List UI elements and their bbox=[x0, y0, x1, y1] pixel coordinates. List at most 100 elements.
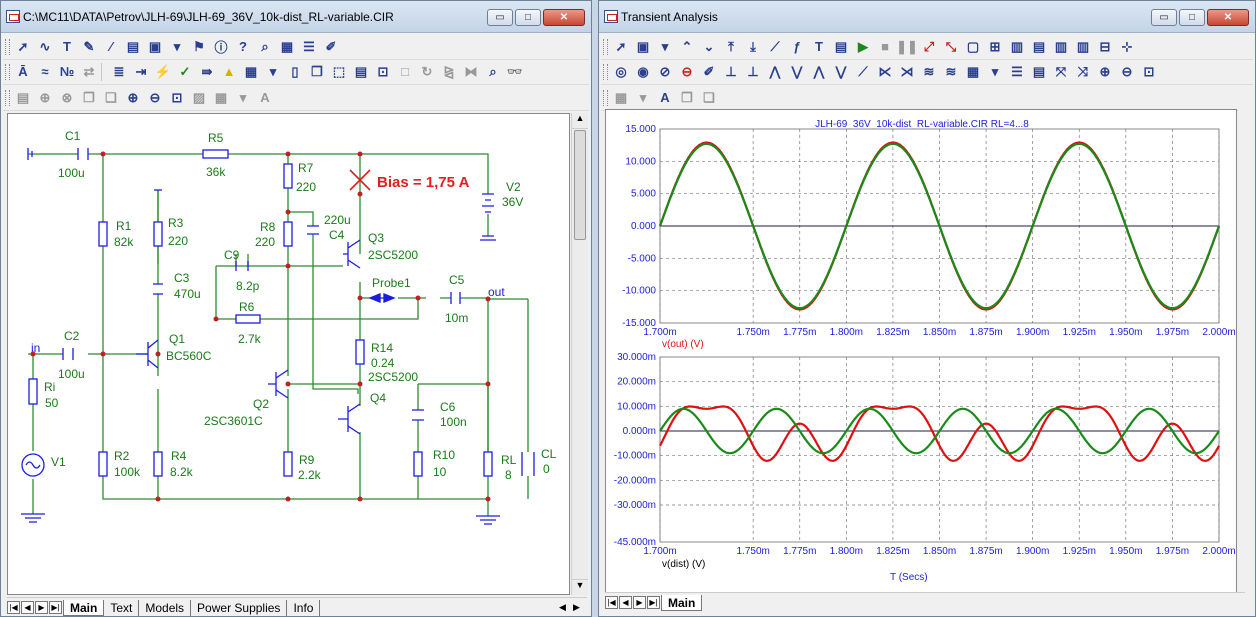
table-icon[interactable]: ▦ bbox=[611, 88, 631, 108]
zoom-out-icon[interactable]: ⊖ bbox=[145, 88, 165, 108]
low-find-icon[interactable]: ⋁ bbox=[831, 62, 851, 82]
valley-find-icon[interactable]: ⋁ bbox=[787, 62, 807, 82]
schematic-canvas[interactable]: C1 100u R5 36k R7 220 V2 36V R1 82k R3 2… bbox=[7, 113, 570, 595]
edit-icon[interactable]: ✐ bbox=[699, 62, 719, 82]
info-icon[interactable]: ⓘ bbox=[211, 37, 231, 57]
zoom-in-icon[interactable]: ◉ bbox=[633, 62, 653, 82]
attr-wave-icon[interactable]: ≈ bbox=[35, 62, 55, 82]
bus-icon[interactable]: ▤ bbox=[123, 37, 143, 57]
scale-icon[interactable]: ▣ bbox=[633, 37, 653, 57]
text-icon[interactable]: T bbox=[809, 37, 829, 57]
tab-text[interactable]: Text bbox=[104, 599, 140, 616]
schematic-vscroll[interactable]: ▲ ▼ bbox=[571, 113, 588, 595]
hscroll-right-icon[interactable]: ▶ bbox=[573, 602, 587, 613]
wire-icon[interactable]: ∿ bbox=[35, 37, 55, 57]
slope-find-icon[interactable]: ⟋ bbox=[853, 62, 873, 82]
table-icon[interactable]: ▦ bbox=[211, 88, 231, 108]
minimize-button[interactable]: ▭ bbox=[1151, 9, 1177, 26]
minimize-button[interactable]: ▭ bbox=[487, 9, 513, 26]
mirror-icon[interactable]: ⧓ bbox=[461, 62, 481, 82]
formula-icon[interactable]: ƒ bbox=[787, 37, 807, 57]
tab-info[interactable]: Info bbox=[287, 599, 321, 616]
peak-icon[interactable]: ⌃ bbox=[677, 37, 697, 57]
text-icon[interactable]: T bbox=[57, 37, 77, 57]
zoom-fit-icon[interactable]: ⊡ bbox=[167, 88, 187, 108]
tile-4-icon[interactable]: ▥ bbox=[1073, 37, 1093, 57]
tile-1-icon[interactable]: ▥ bbox=[1007, 37, 1027, 57]
stop-circle-icon[interactable]: ⊕ bbox=[35, 88, 55, 108]
paste-icon[interactable]: ❏ bbox=[101, 88, 121, 108]
pins-icon[interactable]: ⇄ bbox=[79, 62, 99, 82]
high-find-icon[interactable]: ⋀ bbox=[809, 62, 829, 82]
list-icon[interactable]: ☰ bbox=[1007, 62, 1027, 82]
peak-find-icon[interactable]: ⋀ bbox=[765, 62, 785, 82]
tile-3-icon[interactable]: ▥ bbox=[1051, 37, 1071, 57]
dropdown-icon[interactable]: ▾ bbox=[655, 37, 675, 57]
last-tab-icon[interactable]: ▶| bbox=[49, 601, 62, 614]
image-icon[interactable]: ▨ bbox=[189, 88, 209, 108]
inflect-icon[interactable]: ⋊ bbox=[897, 62, 917, 82]
low-icon[interactable]: ⤓ bbox=[743, 37, 763, 57]
close-button[interactable]: ✕ bbox=[543, 9, 585, 26]
point-icon[interactable]: ⋉ bbox=[875, 62, 895, 82]
tab-power-supplies[interactable]: Power Supplies bbox=[191, 599, 288, 616]
select-arrow-icon[interactable]: ➚ bbox=[611, 37, 631, 57]
props-icon[interactable]: ▦ bbox=[277, 37, 297, 57]
component-edit-icon[interactable]: ▤ bbox=[351, 62, 371, 82]
fit-icon[interactable]: ⤧ bbox=[1051, 62, 1071, 82]
rotate-icon[interactable]: ↻ bbox=[417, 62, 437, 82]
zoom-in-icon[interactable]: ⊕ bbox=[123, 88, 143, 108]
close-button[interactable]: ✕ bbox=[1207, 9, 1249, 26]
cursor-1-icon[interactable]: ⊥ bbox=[721, 62, 741, 82]
flip-icon[interactable]: ⧎ bbox=[439, 62, 459, 82]
zoom-out-icon[interactable]: ◎ bbox=[611, 62, 631, 82]
first-tab-icon[interactable]: |◀ bbox=[7, 601, 20, 614]
stop-circle-icon[interactable]: ⊖ bbox=[677, 62, 697, 82]
find-icon[interactable]: ⌕ bbox=[255, 37, 275, 57]
split-h-icon[interactable]: ⊟ bbox=[1095, 37, 1115, 57]
table-dropdown-icon[interactable]: ▾ bbox=[633, 88, 653, 108]
dropdown-icon[interactable]: ▾ bbox=[167, 37, 187, 57]
scale-y-icon[interactable]: ⤡ bbox=[941, 37, 961, 57]
magnify-in-icon[interactable]: ⊕ bbox=[1095, 62, 1115, 82]
flag-icon[interactable]: ⚑ bbox=[189, 37, 209, 57]
power-icon[interactable]: ✓ bbox=[175, 62, 195, 82]
crosshair-icon[interactable]: ⊹ bbox=[1117, 37, 1137, 57]
next-tab-icon[interactable]: ▶ bbox=[35, 601, 48, 614]
condition-icon[interactable]: ⇛ bbox=[197, 62, 217, 82]
scroll-thumb[interactable] bbox=[574, 130, 586, 240]
last-tab-icon[interactable]: ▶| bbox=[647, 596, 660, 609]
zoom-region-icon[interactable]: ⊘ bbox=[655, 62, 675, 82]
tab-main[interactable]: Main bbox=[661, 594, 703, 611]
schematic-titlebar[interactable]: C:\MC11\DATA\Petrov\JLH-69\JLH-69_36V_10… bbox=[1, 1, 591, 33]
calc-icon[interactable]: ▤ bbox=[13, 88, 33, 108]
font-icon[interactable]: A bbox=[655, 88, 675, 108]
tag-icon[interactable]: ▦ bbox=[963, 62, 983, 82]
cursor-2-icon[interactable]: ⊥ bbox=[743, 62, 763, 82]
help-icon[interactable]: ? bbox=[233, 37, 253, 57]
page-icon[interactable]: ▯ bbox=[285, 62, 305, 82]
wave2-icon[interactable]: ≋ bbox=[941, 62, 961, 82]
blank-icon[interactable]: □ bbox=[395, 62, 415, 82]
line-icon[interactable]: ⁄ bbox=[101, 37, 121, 57]
grid-dropdown-icon[interactable]: ▾ bbox=[263, 62, 283, 82]
maximize-button[interactable]: □ bbox=[1179, 9, 1205, 26]
tab-main[interactable]: Main bbox=[63, 599, 105, 616]
valley-icon[interactable]: ⌄ bbox=[699, 37, 719, 57]
node-num-icon[interactable]: № bbox=[57, 62, 77, 82]
first-tab-icon[interactable]: |◀ bbox=[605, 596, 618, 609]
grid-icon[interactable]: ▦ bbox=[241, 62, 261, 82]
binocular-find-icon[interactable]: ⌕ bbox=[483, 62, 503, 82]
pin-icon[interactable]: ⇥ bbox=[131, 62, 151, 82]
stop-icon[interactable]: ■ bbox=[875, 37, 895, 57]
copy-icon[interactable]: ❐ bbox=[79, 88, 99, 108]
list-icon[interactable]: ☰ bbox=[299, 37, 319, 57]
attr-text-icon[interactable]: Ā bbox=[13, 62, 33, 82]
grid-icon[interactable]: ⊞ bbox=[985, 37, 1005, 57]
scale-x-icon[interactable]: ⤢ bbox=[919, 37, 939, 57]
component-icon[interactable]: ▣ bbox=[145, 37, 165, 57]
pause-icon[interactable]: ❚❚ bbox=[896, 37, 918, 57]
cancel-icon[interactable]: ⊗ bbox=[57, 88, 77, 108]
select-arrow-icon[interactable]: ➚ bbox=[13, 37, 33, 57]
select-region-icon[interactable]: ⬚ bbox=[329, 62, 349, 82]
